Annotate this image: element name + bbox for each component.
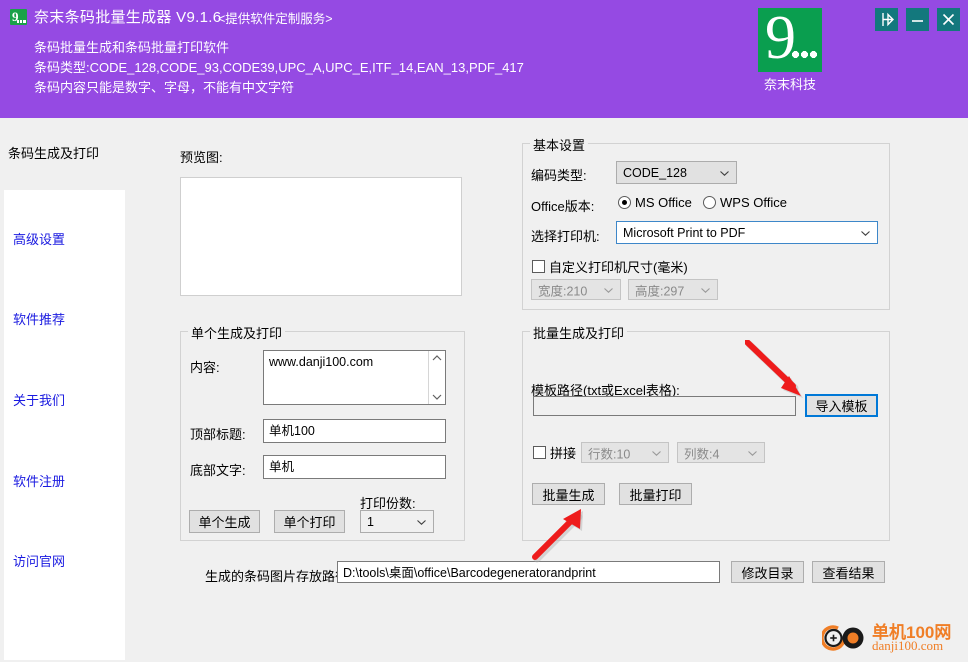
change-directory-button[interactable]: 修改目录 — [731, 561, 804, 583]
minimize-button[interactable] — [906, 8, 929, 31]
chevron-down-icon — [417, 519, 426, 525]
template-path-input[interactable] — [533, 396, 796, 416]
sidebar-item-official-site[interactable]: 访问官网 — [13, 551, 65, 570]
logo-dots-icon — [792, 51, 818, 58]
bottom-text-input[interactable]: 单机 — [263, 455, 446, 479]
rows-value: 行数:10 — [588, 447, 631, 461]
company-name: 奈末科技 — [763, 77, 816, 92]
watermark-site-url: danji100.com — [872, 638, 944, 653]
description-line-3: 条码内容只能是数字、字母，不能有中文字符 — [34, 80, 295, 95]
content-textarea[interactable]: www.danji100.com — [263, 350, 446, 405]
printer-value: Microsoft Print to PDF — [623, 225, 746, 240]
content-scrollbar[interactable] — [428, 351, 445, 404]
printer-select[interactable]: Microsoft Print to PDF — [616, 221, 878, 244]
cols-select[interactable]: 列数:4 — [677, 442, 765, 463]
encode-type-value: CODE_128 — [623, 165, 687, 180]
cols-value: 列数:4 — [684, 447, 720, 461]
scroll-down-icon — [432, 394, 442, 400]
batch-generate-legend: 批量生成及打印 — [530, 323, 628, 342]
encode-type-select[interactable]: CODE_128 — [616, 161, 737, 184]
description-line-2: 条码类型:CODE_128,CODE_93,CODE39,UPC_A,UPC_E… — [34, 60, 524, 75]
window-controls — [875, 8, 960, 31]
content-label: 内容: — [190, 360, 220, 375]
radio-ms-office[interactable]: MS Office — [618, 195, 692, 210]
scroll-up-icon — [432, 355, 442, 361]
chevron-down-icon — [748, 450, 757, 456]
encode-type-label: 编码类型: — [531, 168, 587, 183]
radio-indicator — [618, 196, 631, 209]
office-version-label: Office版本: — [531, 199, 595, 214]
chevron-down-icon — [652, 450, 661, 456]
merge-label: 拼接 — [550, 446, 577, 461]
application-window: 9 奈末条码批量生成器 V9.1.6 <提供软件定制服务> 条码批量生成和条码批… — [0, 0, 968, 662]
app-description: 条码批量生成和条码批量打印软件 条码类型:CODE_128,CODE_93,CO… — [34, 38, 524, 98]
chevron-down-icon — [604, 287, 613, 293]
sidebar-panel: 高级设置 软件推荐 关于我们 软件注册 访问官网 — [4, 190, 125, 660]
merge-checkbox[interactable]: 拼接 — [533, 443, 576, 462]
content-value: www.danji100.com — [269, 355, 374, 369]
minimize-icon — [912, 20, 923, 22]
checkbox-indicator — [533, 446, 546, 459]
copies-value: 1 — [367, 514, 374, 529]
single-generate-button[interactable]: 单个生成 — [189, 510, 260, 533]
description-line-1: 条码批量生成和条码批量打印软件 — [34, 40, 230, 55]
app-header: 9 奈末条码批量生成器 V9.1.6 <提供软件定制服务> 条码批量生成和条码批… — [0, 0, 968, 118]
company-brand: 9 奈末科技 — [758, 8, 822, 93]
single-print-button[interactable]: 单个打印 — [274, 510, 345, 533]
batch-generate-group: 批量生成及打印 — [522, 323, 890, 541]
logo-nine-glyph: 9 — [765, 8, 796, 72]
custom-printer-size-label: 自定义打印机尺寸(毫米) — [549, 260, 688, 275]
site-watermark: 单机100网 danji100.com — [820, 620, 962, 658]
watermark-logo-icon — [820, 625, 864, 651]
sidebar-item-about-us[interactable]: 关于我们 — [13, 390, 65, 409]
chevron-down-icon — [720, 170, 729, 176]
custom-printer-size-checkbox[interactable]: 自定义打印机尺寸(毫米) — [532, 257, 688, 276]
batch-generate-button[interactable]: 批量生成 — [532, 483, 605, 505]
print-width-value: 宽度:210 — [538, 284, 588, 298]
chevron-down-icon — [861, 230, 870, 236]
basic-settings-legend: 基本设置 — [530, 135, 589, 154]
company-logo-icon: 9 — [758, 8, 822, 72]
close-button[interactable] — [937, 8, 960, 31]
app-logo-icon: 9 — [10, 9, 27, 25]
top-title-label: 顶部标题: — [190, 427, 246, 442]
radio-indicator — [703, 196, 716, 209]
top-title-input[interactable]: 单机100 — [263, 419, 446, 443]
preview-label: 预览图: — [180, 150, 223, 165]
print-width-select[interactable]: 宽度:210 — [531, 279, 621, 300]
sidebar-item-software-recommend[interactable]: 软件推荐 — [13, 309, 65, 328]
app-title: 奈末条码批量生成器 V9.1.6 — [34, 9, 222, 26]
save-path-label: 生成的条码图片存放路径: — [205, 569, 352, 584]
sidebar-item-register[interactable]: 软件注册 — [13, 471, 65, 490]
sidebar-item-advanced-settings[interactable]: 高级设置 — [13, 229, 65, 248]
print-height-value: 高度:297 — [635, 284, 685, 298]
radio-wps-office-label: WPS Office — [720, 195, 787, 210]
close-icon — [942, 13, 955, 26]
radio-wps-office[interactable]: WPS Office — [703, 195, 787, 210]
sidebar-title: 条码生成及打印 — [8, 146, 100, 161]
pin-on-top-button[interactable] — [875, 8, 898, 31]
printer-label: 选择打印机: — [531, 229, 600, 244]
view-result-button[interactable]: 查看结果 — [812, 561, 885, 583]
preview-image-area — [180, 177, 462, 296]
batch-print-button[interactable]: 批量打印 — [619, 483, 692, 505]
import-template-button[interactable]: 导入模板 — [805, 394, 878, 417]
radio-ms-office-label: MS Office — [635, 195, 692, 210]
print-height-select[interactable]: 高度:297 — [628, 279, 718, 300]
checkbox-indicator — [532, 260, 545, 273]
bottom-text-label: 底部文字: — [190, 463, 246, 478]
rows-select[interactable]: 行数:10 — [581, 442, 669, 463]
pin-on-top-icon — [882, 12, 894, 27]
app-subtitle: <提供软件定制服务> — [218, 12, 333, 26]
chevron-down-icon — [701, 287, 710, 293]
single-generate-legend: 单个生成及打印 — [188, 323, 286, 342]
copies-select[interactable]: 1 — [360, 510, 434, 533]
save-path-input[interactable]: D:\tools\桌面\office\Barcodegeneratorandpr… — [337, 561, 720, 583]
